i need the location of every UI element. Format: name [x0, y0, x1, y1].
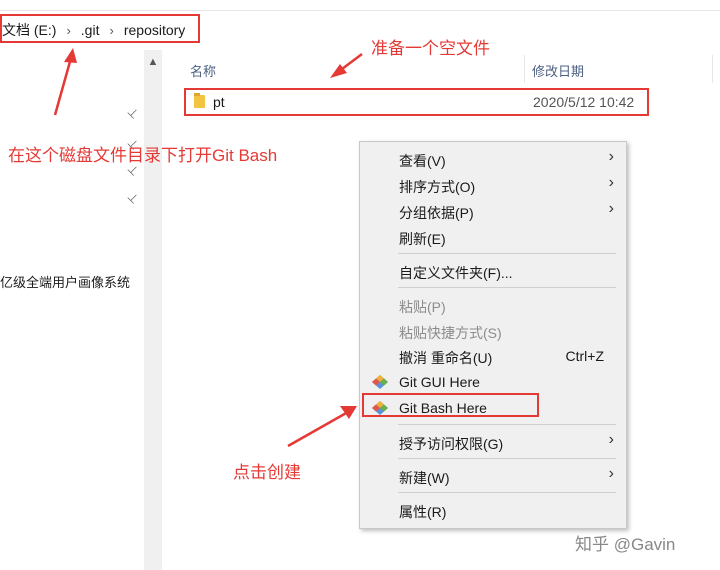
arrow-to-git-bash	[287, 410, 349, 448]
annotation-prepare-file: 准备一个空文件	[371, 39, 490, 58]
watermark: 知乎 @Gavin	[575, 535, 676, 554]
annotation-open-bash: 在这个磁盘文件目录下打开Git Bash	[8, 146, 278, 165]
arrow-head	[64, 48, 77, 63]
annotation-arrows	[53, 48, 363, 448]
arrow-head	[340, 406, 357, 419]
arrow-to-breadcrumb	[53, 57, 73, 116]
annotation-click-create: 点击创建	[233, 463, 301, 482]
